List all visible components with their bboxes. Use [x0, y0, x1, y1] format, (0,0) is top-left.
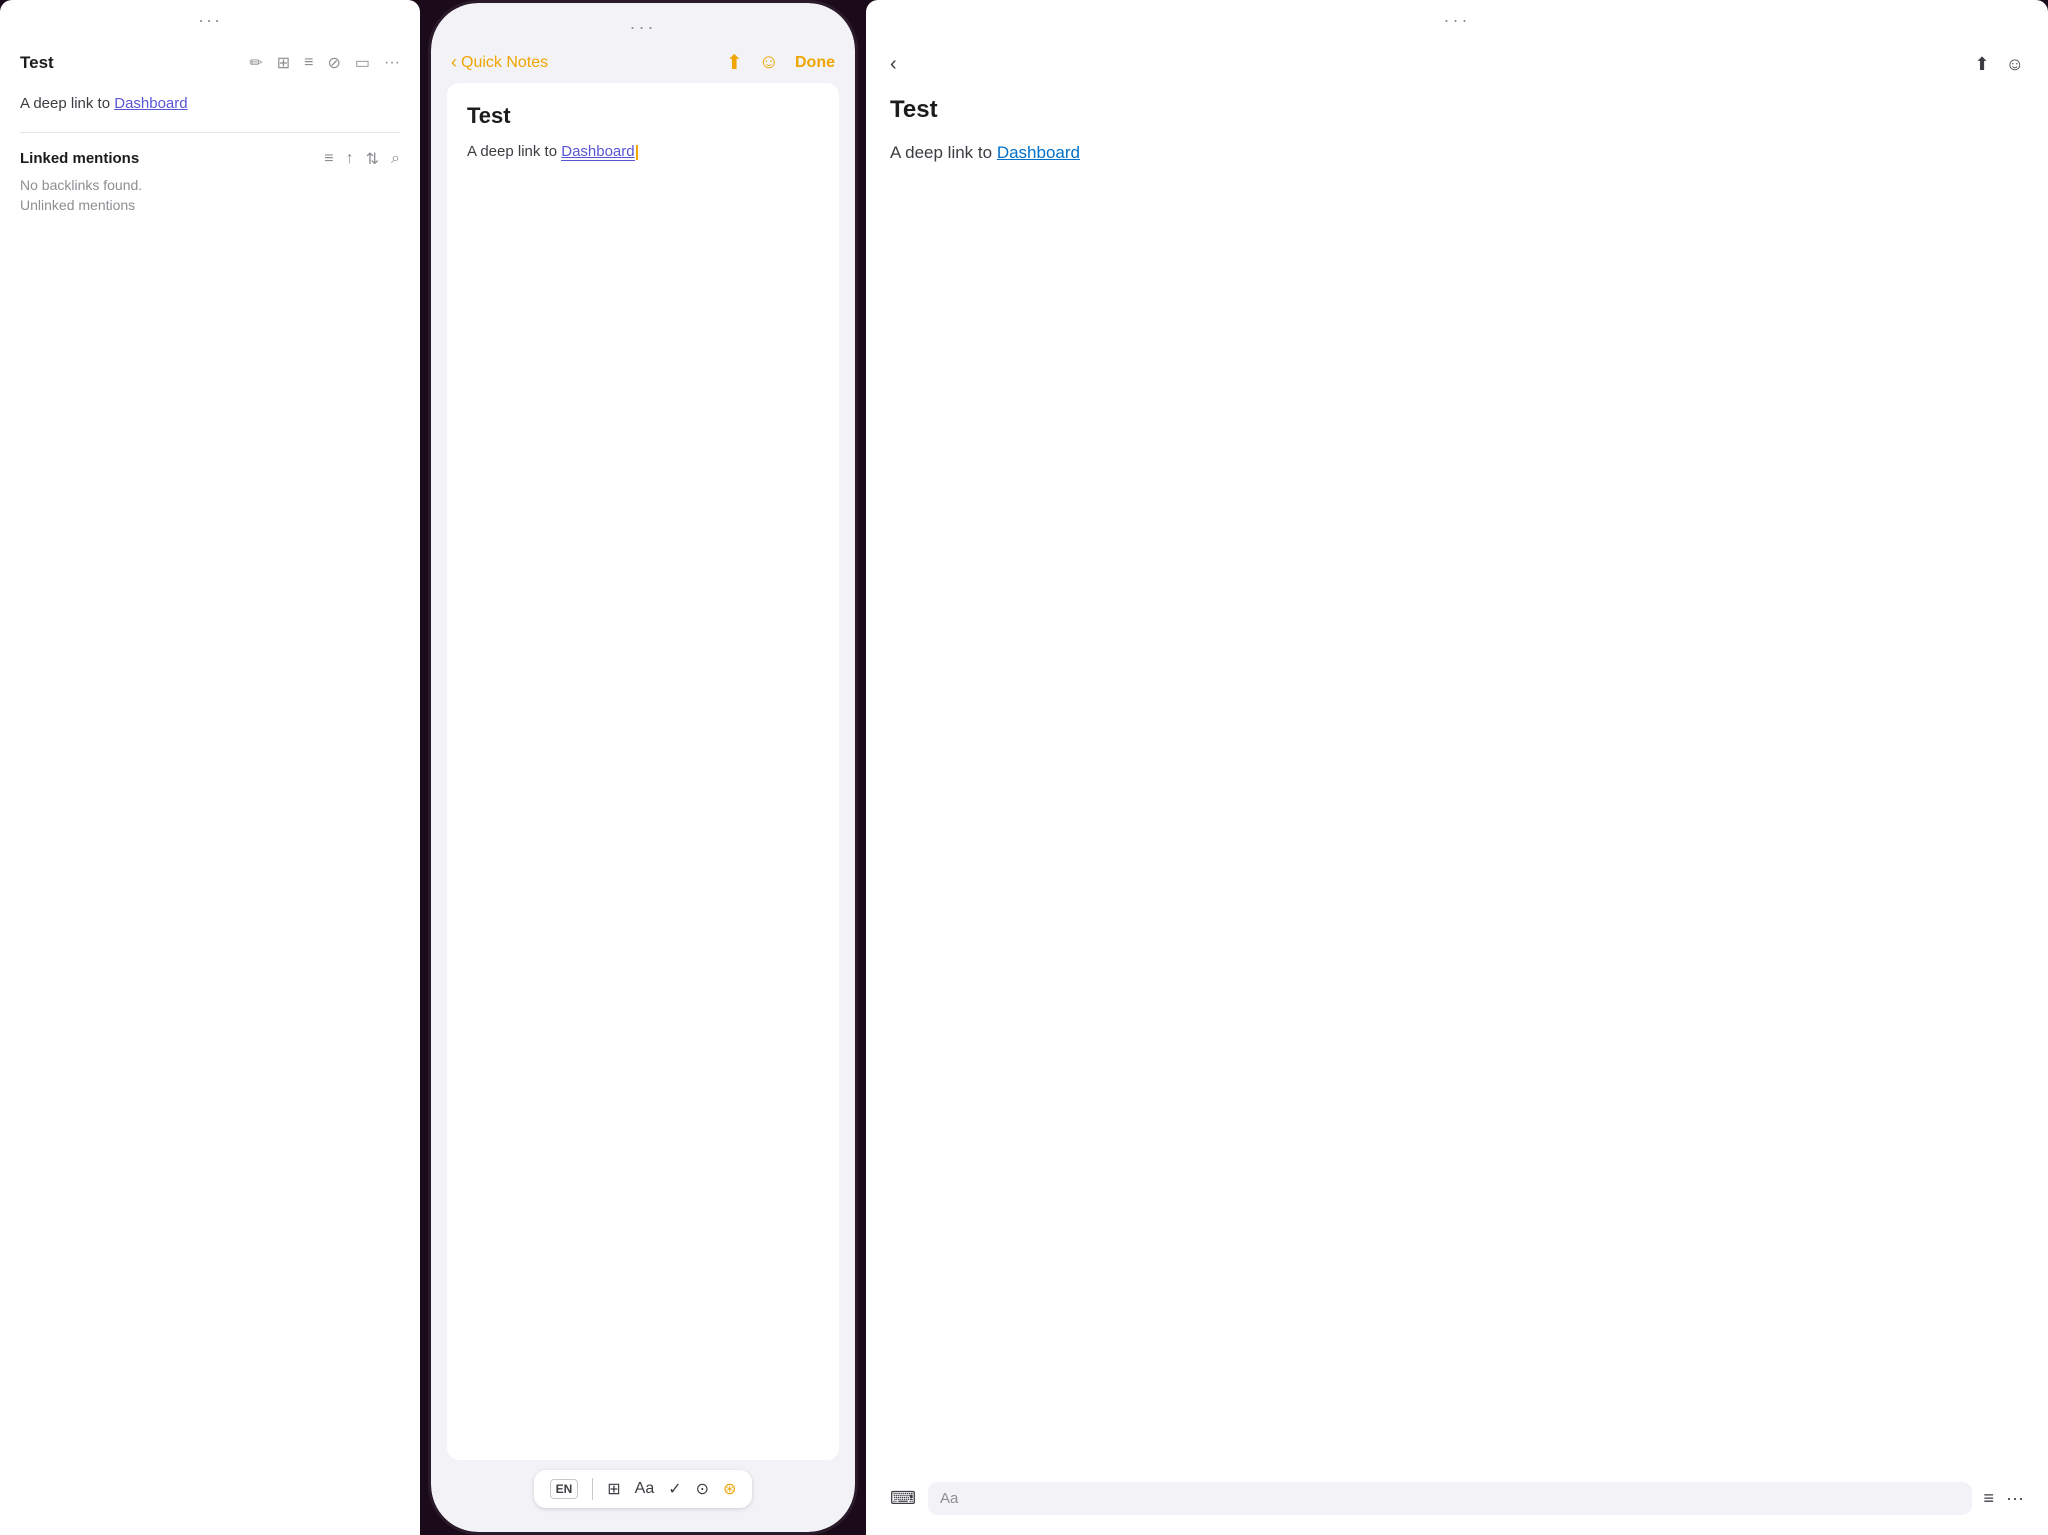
middle-dashboard-link[interactable]: Dashboard: [561, 143, 634, 161]
mentions-arrow-up-icon[interactable]: ↑: [346, 150, 354, 168]
left-dashboard-link[interactable]: Dashboard: [114, 95, 187, 112]
divider: [20, 132, 400, 133]
checklist-icon[interactable]: ✓: [668, 1479, 681, 1499]
right-panel: ··· ‹ ⬆ ☺ Test A deep link to Dashboard …: [866, 0, 2048, 1535]
toolbar-pill: EN ⊞ Aa ✓ ⊙ ⊛: [534, 1470, 753, 1508]
left-panel-toolbar: ✏ ⊞ ≡ ⊘ ▭ ···: [249, 53, 400, 73]
format-text-icon[interactable]: Aa: [635, 1480, 655, 1498]
toolbar-separator: [592, 1478, 593, 1500]
table-icon[interactable]: ⊞: [607, 1479, 620, 1499]
mentions-arrows-icon[interactable]: ⇅: [366, 149, 379, 169]
right-panel-footer: ⌨ Aa ≡ ···: [866, 1470, 2048, 1535]
linked-mentions-header: Linked mentions ≡ ↑ ⇅ ⌕: [20, 149, 400, 169]
grid-icon[interactable]: ⊞: [277, 53, 290, 73]
unlinked-mentions-text: Unlinked mentions: [20, 197, 400, 213]
right-aa-label: Aa: [940, 1490, 958, 1507]
right-footer-icons: ≡ ···: [1984, 1488, 2025, 1509]
right-more-icon[interactable]: ···: [2006, 1488, 2024, 1509]
right-dashboard-link[interactable]: Dashboard: [997, 143, 1080, 162]
notes-note-body: A deep link to Dashboard: [467, 141, 819, 164]
right-panel-content: Test A deep link to Dashboard: [866, 88, 2048, 1470]
back-arrow-icon: ‹: [451, 52, 457, 73]
iphone-three-dots: ···: [630, 17, 657, 38]
left-panel: ··· Test ✏ ⊞ ≡ ⊘ ▭ ··· A deep link to Da…: [0, 0, 420, 1535]
right-nav-right: ⬆ ☺: [1975, 54, 2024, 75]
camera-icon[interactable]: ⊙: [696, 1479, 709, 1499]
right-share-icon[interactable]: ⬆: [1975, 54, 1990, 75]
iphone-frame: ··· ‹ Quick Notes ⬆ ☺ Done Test A deep l…: [428, 0, 858, 1535]
quick-notes-label: Quick Notes: [461, 54, 548, 72]
notes-nav-bar: ‹ Quick Notes ⬆ ☺ Done: [431, 42, 855, 83]
share-icon[interactable]: ⬆: [726, 50, 743, 75]
left-three-dots: ···: [198, 10, 222, 31]
right-three-dots: ···: [1444, 10, 1471, 31]
right-nav-left: ‹: [890, 53, 897, 76]
pencil-icon[interactable]: ✏: [249, 53, 262, 73]
iphone-inner: ··· ‹ Quick Notes ⬆ ☺ Done Test A deep l…: [431, 3, 855, 1532]
right-panel-header: ‹ ⬆ ☺: [866, 35, 2048, 88]
list-icon[interactable]: ≡: [304, 54, 313, 72]
notes-back-button[interactable]: ‹ Quick Notes: [451, 52, 548, 73]
notes-nav-right: ⬆ ☺ Done: [726, 50, 835, 75]
left-panel-title: Test: [20, 53, 54, 73]
left-panel-header: Test ✏ ⊞ ≡ ⊘ ▭ ···: [0, 35, 420, 85]
done-button[interactable]: Done: [795, 54, 835, 72]
right-aa-input[interactable]: Aa: [928, 1482, 1972, 1515]
bookmark-icon[interactable]: ⊘: [327, 53, 340, 73]
no-backlinks-text: No backlinks found.: [20, 177, 400, 193]
square-icon[interactable]: ▭: [355, 53, 370, 73]
right-panel-title: Test: [890, 96, 2024, 124]
linked-mentions-icons: ≡ ↑ ⇅ ⌕: [324, 149, 400, 169]
left-panel-content: A deep link to Dashboard Linked mentions…: [0, 85, 420, 1535]
right-panel-body: A deep link to Dashboard: [890, 140, 2024, 166]
mentions-list-icon[interactable]: ≡: [324, 150, 333, 168]
right-smiley-icon[interactable]: ☺: [2006, 54, 2024, 75]
notes-note-title: Test: [467, 103, 819, 129]
right-keyboard-icon[interactable]: ⌨: [890, 1488, 916, 1509]
text-cursor: [636, 145, 638, 160]
right-back-button[interactable]: ‹: [890, 53, 897, 76]
smiley-icon[interactable]: ☺: [759, 51, 779, 74]
keyboard-en-icon[interactable]: EN: [550, 1479, 579, 1499]
left-note-body: A deep link to Dashboard: [20, 93, 400, 116]
ellipsis-icon[interactable]: ···: [384, 54, 400, 72]
mentions-search-icon[interactable]: ⌕: [391, 150, 400, 168]
notes-content-area[interactable]: Test A deep link to Dashboard: [447, 83, 839, 1460]
notes-toolbar: EN ⊞ Aa ✓ ⊙ ⊛: [431, 1460, 855, 1532]
squiggle-icon[interactable]: ⊛: [723, 1479, 736, 1499]
linked-mentions-title: Linked mentions: [20, 150, 139, 167]
right-list-icon[interactable]: ≡: [1984, 1488, 1995, 1509]
middle-panel: ··· ‹ Quick Notes ⬆ ☺ Done Test A deep l…: [428, 0, 858, 1535]
